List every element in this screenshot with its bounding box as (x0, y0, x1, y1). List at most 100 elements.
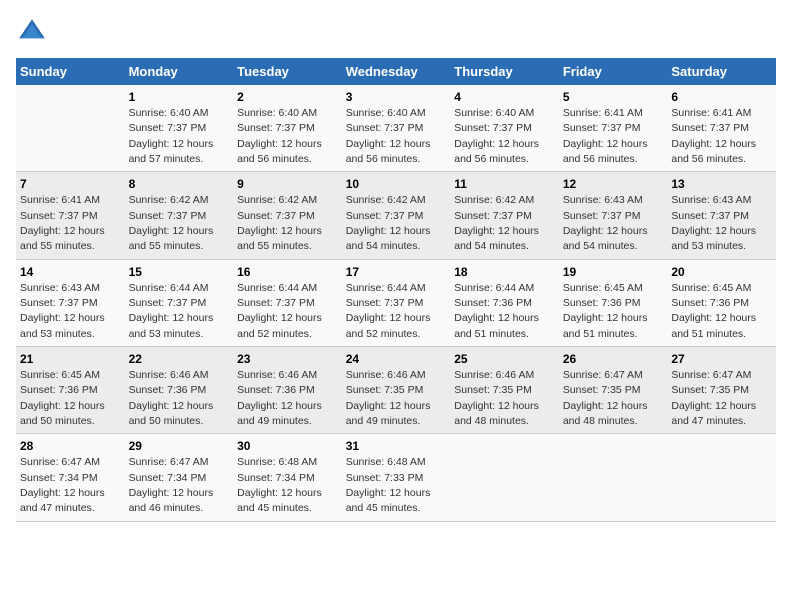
sunrise-text: Sunrise: 6:40 AM (237, 107, 317, 119)
day-number: 20 (671, 264, 772, 281)
daylight-text: Daylight: 12 hours and 49 minutes. (346, 400, 431, 427)
daylight-text: Daylight: 12 hours and 51 minutes. (454, 312, 539, 339)
calendar-cell: 3Sunrise: 6:40 AMSunset: 7:37 PMDaylight… (342, 85, 451, 172)
sunrise-text: Sunrise: 6:46 AM (129, 369, 209, 381)
calendar-cell: 31Sunrise: 6:48 AM Sunset: 7:33 PM Dayligh… (342, 434, 451, 521)
calendar-cell: 2Sunrise: 6:40 AM Sunset: 7:37 PM Daylight… (233, 85, 342, 172)
day-number: 30 (237, 438, 338, 455)
weekday-header-sunday: Sunday (16, 58, 125, 85)
sunrise-text: Sunrise: 6:44 AM (237, 282, 317, 294)
day-number: 31 (346, 438, 447, 455)
sunset-text: Sunset: 7:34 PM (237, 472, 315, 484)
weekday-row: SundayMondayTuesdayWednesdayThursdayFrid… (16, 58, 776, 85)
calendar-table: SundayMondayTuesdayWednesdayThursdayFrid… (16, 58, 776, 522)
calendar-cell: 14Sunrise: 6:43 AMSunset: 7:37 PMDayligh… (16, 259, 125, 346)
day-number: 4 (454, 89, 555, 106)
sunrise-text: Sunrise: 6:47 AM (129, 456, 209, 468)
day-number: 23 (237, 351, 338, 368)
weekday-header-wednesday: Wednesday (342, 58, 451, 85)
daylight-text: Daylight: 12 hours and 57 minutes. (129, 138, 214, 165)
calendar-body: 1 Sunrise: 6:40 AM Sunset: 7:37 PM Daylight… (16, 85, 776, 521)
sunrise-text: Sunrise: 6:41 AM (20, 194, 100, 206)
sunrise-text: Sunrise: 6:45 AM (563, 282, 643, 294)
sunrise-text: Sunrise: 6:42 AM (454, 194, 534, 206)
day-number: 29 (129, 438, 230, 455)
sunset-text: Sunset: 7:36 PM (671, 297, 749, 309)
calendar-cell: 5Sunrise: 6:41 AMSunset: 7:37 PMDaylight… (559, 85, 668, 172)
sunset-text: Sunset: 7:34 PM (129, 472, 207, 484)
daylight-text: Daylight: 12 hours and 53 minutes. (129, 312, 214, 339)
calendar-cell: 23Sunrise: 6:46 AMSunset: 7:36 PMDayligh… (233, 347, 342, 434)
sunset-text: Sunset: 7:37 PM (346, 297, 424, 309)
day-number: 3 (346, 89, 447, 106)
day-number: 8 (129, 176, 230, 193)
calendar-cell: 4Sunrise: 6:40 AMSunset: 7:37 PMDaylight… (450, 85, 559, 172)
calendar-cell: 8Sunrise: 6:42 AMSunset: 7:37 PMDaylight… (125, 172, 234, 259)
sunset-text: Sunset: 7:35 PM (671, 384, 749, 396)
daylight-text: Daylight: 12 hours and 52 minutes. (237, 312, 322, 339)
weekday-header-friday: Friday (559, 58, 668, 85)
day-number: 2 (237, 89, 338, 106)
day-number: 16 (237, 264, 338, 281)
calendar-cell: 21Sunrise: 6:45 AMSunset: 7:36 PMDayligh… (16, 347, 125, 434)
sunrise-text: Sunrise: 6:40 AM (454, 107, 534, 119)
sunrise-text: Sunrise: 6:41 AM (563, 107, 643, 119)
day-number: 24 (346, 351, 447, 368)
day-number: 12 (563, 176, 664, 193)
page-header (16, 16, 776, 48)
day-number: 7 (20, 176, 121, 193)
calendar-cell: 9Sunrise: 6:42 AMSunset: 7:37 PMDaylight… (233, 172, 342, 259)
daylight-text: Daylight: 12 hours and 50 minutes. (20, 400, 105, 427)
calendar-cell: 13Sunrise: 6:43 AMSunset: 7:37 PMDayligh… (667, 172, 776, 259)
sunrise-text: Sunrise: 6:48 AM (346, 456, 426, 468)
calendar-cell: 16Sunrise: 6:44 AMSunset: 7:37 PMDayligh… (233, 259, 342, 346)
day-number: 15 (129, 264, 230, 281)
day-number: 13 (671, 176, 772, 193)
day-number: 26 (563, 351, 664, 368)
sunrise-text: Sunrise: 6:46 AM (346, 369, 426, 381)
calendar-cell: 24Sunrise: 6:46 AMSunset: 7:35 PMDayligh… (342, 347, 451, 434)
day-number: 28 (20, 438, 121, 455)
calendar-cell (16, 85, 125, 172)
weekday-header-monday: Monday (125, 58, 234, 85)
sunset-text: Sunset: 7:35 PM (563, 384, 641, 396)
sunset-text: Sunset: 7:37 PM (454, 210, 532, 222)
calendar-cell: 12Sunrise: 6:43 AMSunset: 7:37 PMDayligh… (559, 172, 668, 259)
daylight-text: Daylight: 12 hours and 55 minutes. (20, 225, 105, 252)
daylight-text: Daylight: 12 hours and 46 minutes. (129, 487, 214, 514)
sunset-text: Sunset: 7:37 PM (129, 297, 207, 309)
sunrise-text: Sunrise: 6:44 AM (346, 282, 426, 294)
sunrise-text: Sunrise: 6:45 AM (671, 282, 751, 294)
daylight-text: Daylight: 12 hours and 51 minutes. (671, 312, 756, 339)
daylight-text: Daylight: 12 hours and 56 minutes. (454, 138, 539, 165)
sunrise-text: Sunrise: 6:47 AM (671, 369, 751, 381)
daylight-text: Daylight: 12 hours and 45 minutes. (346, 487, 431, 514)
weekday-header-thursday: Thursday (450, 58, 559, 85)
calendar-cell: 10Sunrise: 6:42 AMSunset: 7:37 PMDayligh… (342, 172, 451, 259)
sunrise-text: Sunrise: 6:40 AM (346, 107, 426, 119)
sunset-text: Sunset: 7:37 PM (671, 122, 749, 134)
sunrise-text: Sunrise: 6:42 AM (237, 194, 317, 206)
sunrise-text: Sunrise: 6:42 AM (346, 194, 426, 206)
daylight-text: Daylight: 12 hours and 53 minutes. (20, 312, 105, 339)
sunset-text: Sunset: 7:37 PM (237, 122, 315, 134)
day-number: 25 (454, 351, 555, 368)
calendar-cell: 19Sunrise: 6:45 AMSunset: 7:36 PMDayligh… (559, 259, 668, 346)
daylight-text: Daylight: 12 hours and 45 minutes. (237, 487, 322, 514)
daylight-text: Daylight: 12 hours and 56 minutes. (237, 138, 322, 165)
sunset-text: Sunset: 7:37 PM (20, 297, 98, 309)
day-number: 10 (346, 176, 447, 193)
sunset-text: Sunset: 7:37 PM (563, 122, 641, 134)
sunrise-text: Sunrise: 6:44 AM (129, 282, 209, 294)
calendar-cell: 26Sunrise: 6:47 AMSunset: 7:35 PMDayligh… (559, 347, 668, 434)
day-number: 5 (563, 89, 664, 106)
day-number: 9 (237, 176, 338, 193)
day-number: 6 (671, 89, 772, 106)
day-number: 1 (129, 89, 230, 106)
sunrise-text: Sunrise: 6:41 AM (671, 107, 751, 119)
sunset-text: Sunset: 7:33 PM (346, 472, 424, 484)
sunset-text: Sunset: 7:36 PM (237, 384, 315, 396)
day-number: 27 (671, 351, 772, 368)
calendar-cell: 6Sunrise: 6:41 AMSunset: 7:37 PMDaylight… (667, 85, 776, 172)
calendar-cell: 11Sunrise: 6:42 AMSunset: 7:37 PMDayligh… (450, 172, 559, 259)
